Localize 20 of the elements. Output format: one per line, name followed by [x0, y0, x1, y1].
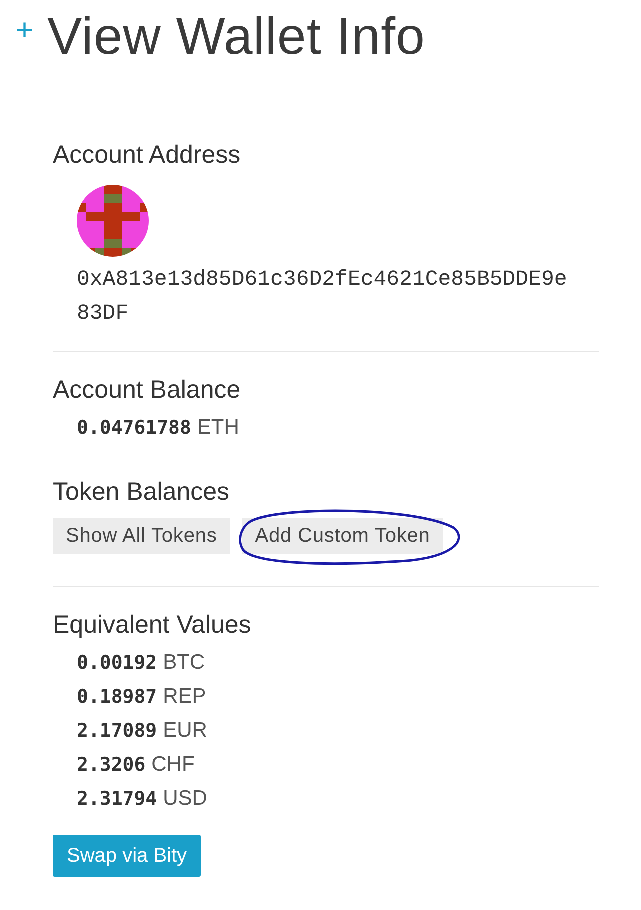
- value-amount: 2.31794: [77, 788, 158, 810]
- value-amount: 2.3206: [77, 754, 146, 776]
- currency-unit: ETH: [197, 416, 240, 440]
- token-button[interactable]: Show All Tokens: [53, 518, 230, 554]
- value-amount: 0.00192: [77, 652, 158, 674]
- value-amount: 2.17089: [77, 720, 158, 742]
- section-heading: Equivalent Values: [53, 610, 252, 642]
- currency-unit: BTC: [163, 651, 206, 676]
- token-button[interactable]: Add Custom Token: [242, 518, 444, 554]
- page-title: View Wallet Info: [48, 7, 426, 68]
- section-heading: Account Balance: [53, 375, 242, 406]
- section-heading: Account Address: [53, 140, 242, 172]
- currency-unit: USD: [163, 787, 208, 812]
- currency-unit: REP: [163, 685, 206, 710]
- section-heading: Token Balances: [53, 477, 231, 508]
- value-amount: 0.18987: [77, 686, 158, 708]
- currency-unit: EUR: [163, 719, 208, 744]
- account-address: 0xA813e13d85D61c36D2fEc4621Ce85B5DDE9e83DF: [77, 267, 568, 328]
- balance-amount: 0.04761788: [77, 417, 192, 440]
- currency-unit: CHF: [152, 753, 195, 778]
